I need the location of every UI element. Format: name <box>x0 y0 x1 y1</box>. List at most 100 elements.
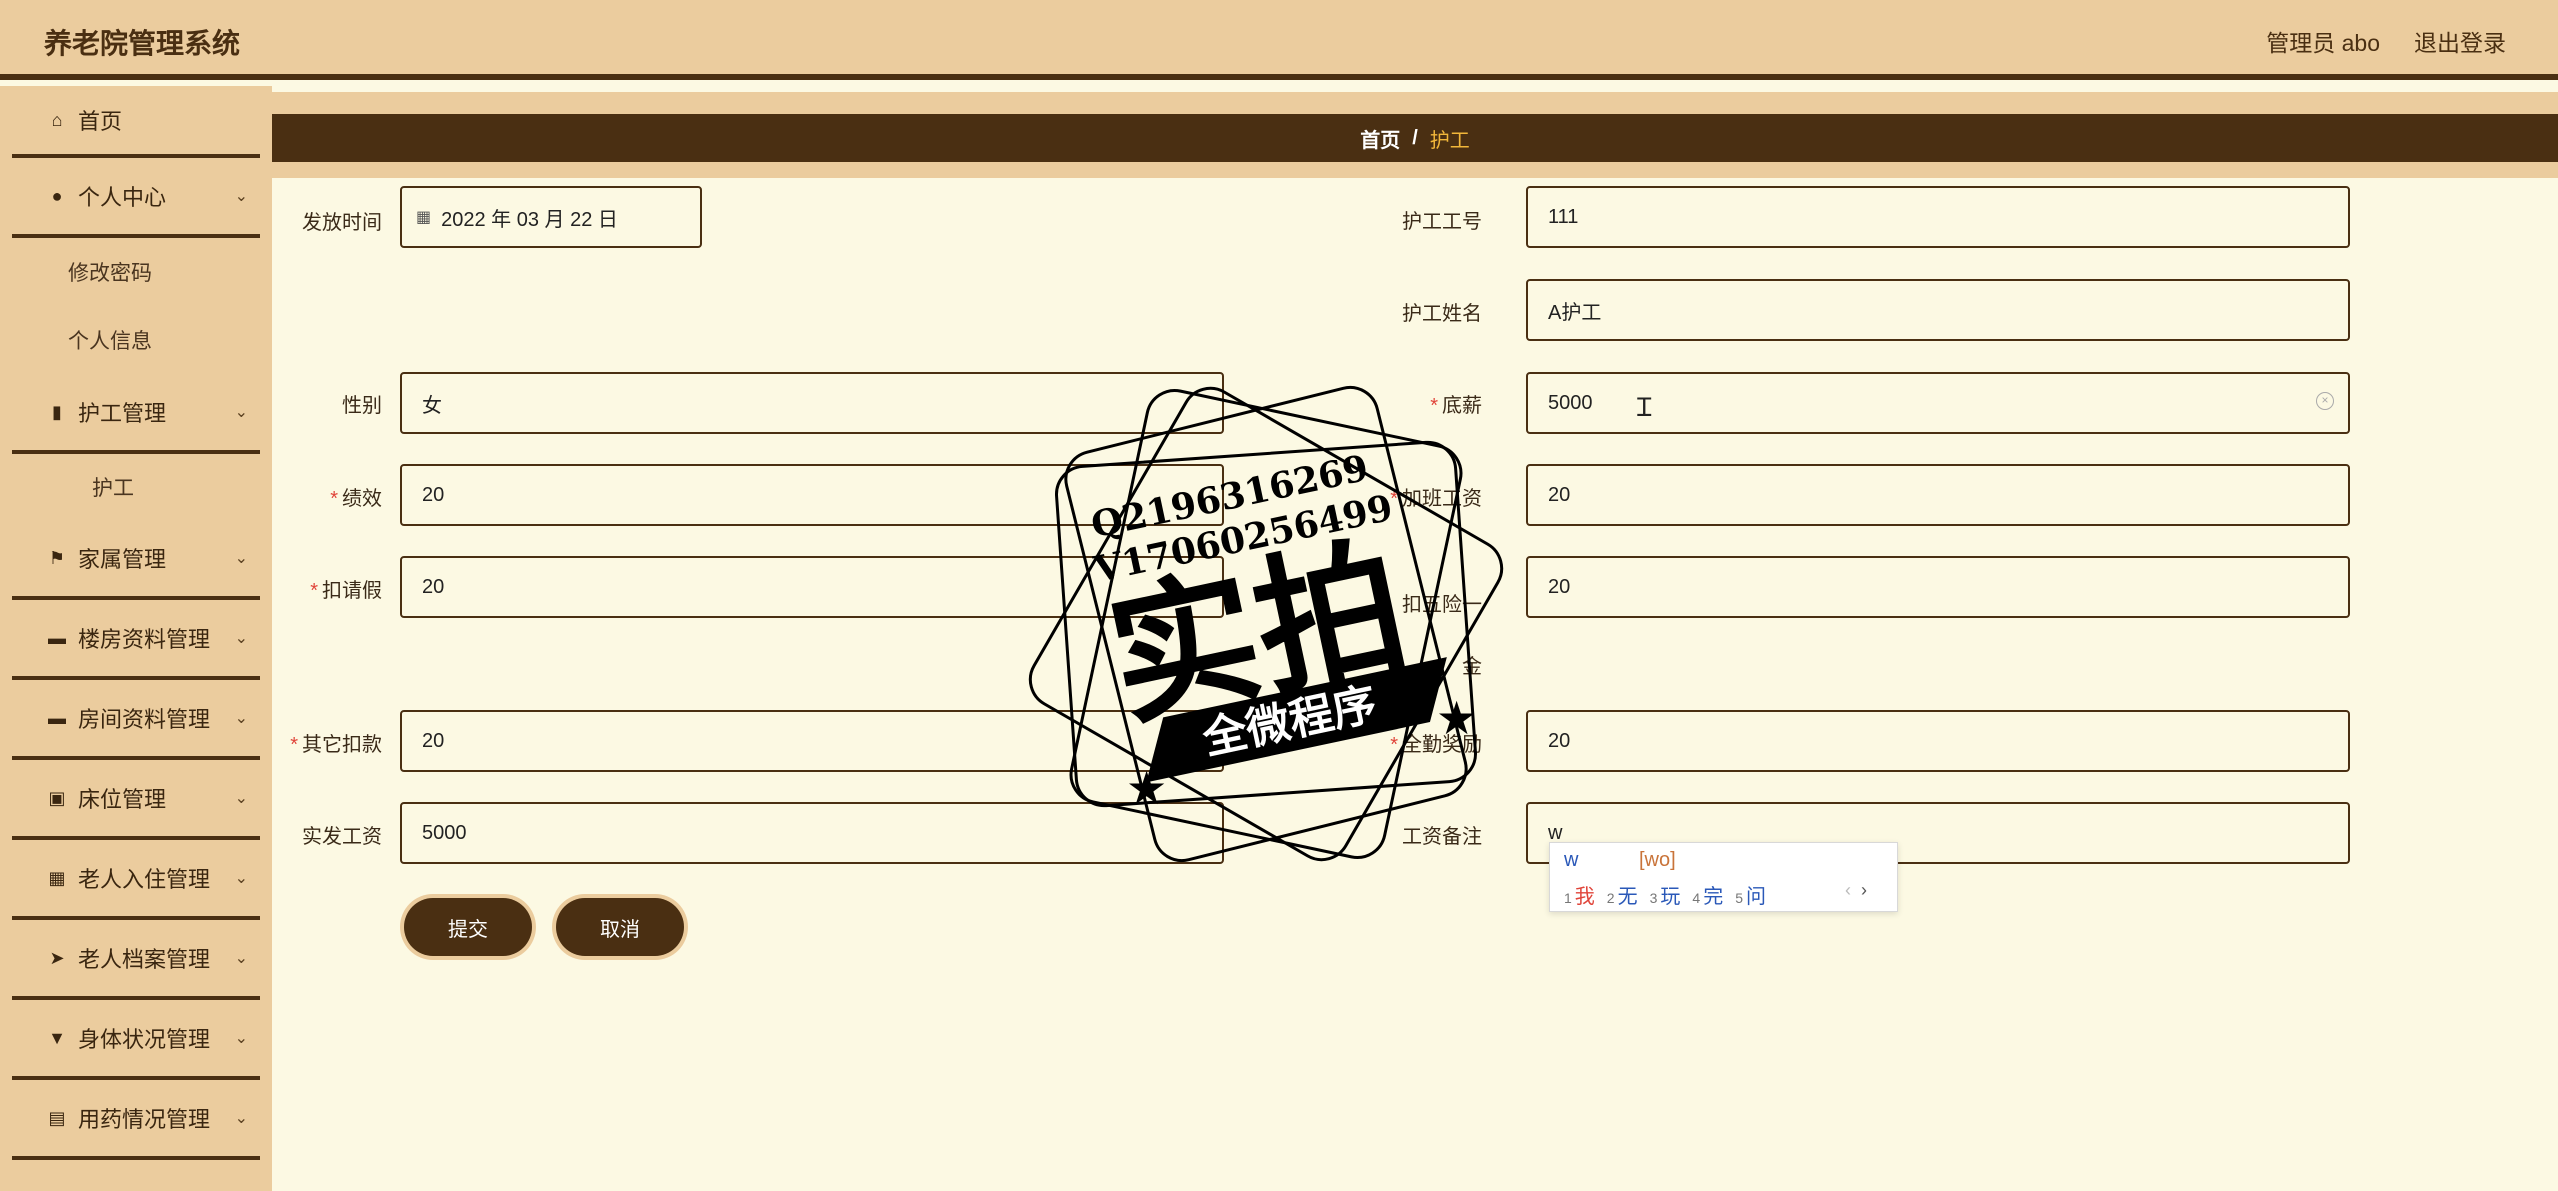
sidebar-sub-personal-info[interactable]: 个人信息 <box>0 306 272 374</box>
chevron-down-icon: ⌄ <box>234 870 248 887</box>
ime-candidate-number: 2 <box>1606 890 1615 906</box>
gender-value: 女 <box>422 394 442 417</box>
overtime-pay-input[interactable]: 20 <box>1526 464 2350 526</box>
breadcrumb: 首页 / 护工 <box>272 114 2558 162</box>
chevron-down-icon: ⌄ <box>234 710 248 727</box>
main-content: 首页 / 护工 发放时间 ▦ 2022 年 03 月 22 日 性别 女 * 绩效… <box>272 86 2558 1191</box>
insurance-deduct-label: 扣五险一 金 <box>1382 574 1482 698</box>
leave-deduct-value: 20 <box>422 575 445 598</box>
breadcrumb-separator: / <box>1412 126 1418 149</box>
other-deduct-input[interactable]: 20 <box>400 710 1224 772</box>
issue-date-value: 2022 年 03 月 22 日 <box>441 208 618 231</box>
ime-candidate-word: 问 <box>1745 886 1766 908</box>
required-mark: * <box>290 734 298 756</box>
sidebar-item-personal[interactable]: ● 个人中心 ⌄ <box>12 158 260 238</box>
sidebar-item-archive[interactable]: ➤ 老人档案管理 ⌄ <box>12 920 260 1000</box>
card-icon: ▬ <box>48 707 66 728</box>
issue-date-picker[interactable]: ▦ 2022 年 03 月 22 日 <box>400 186 702 248</box>
leave-deduct-label-text: 扣请假 <box>322 580 382 602</box>
breadcrumb-band: 首页 / 护工 <box>272 92 2558 178</box>
overtime-pay-label: * 加班工资 <box>1382 482 1482 511</box>
sidebar-item-room[interactable]: ▬ 房间资料管理 ⌄ <box>12 680 260 760</box>
breadcrumb-home[interactable]: 首页 <box>1360 124 1400 153</box>
ime-candidate-word: 完 <box>1703 886 1724 908</box>
other-deduct-value: 20 <box>422 729 445 752</box>
leave-deduct-input[interactable]: 20 <box>400 556 1224 618</box>
breadcrumb-current: 护工 <box>1429 129 1470 152</box>
chevron-down-icon: ⌄ <box>234 188 248 205</box>
gender-input[interactable]: 女 <box>400 372 1224 434</box>
ime-candidates: 1我 2无 3玩 4完 5问 <box>1564 880 1766 909</box>
sidebar-item-label: 护工管理 <box>78 401 167 426</box>
clear-icon[interactable]: × <box>2316 392 2334 410</box>
bar-chart-icon: ▮ <box>52 401 62 422</box>
calendar-icon: ▦ <box>416 209 432 226</box>
flag-icon: ⚑ <box>48 547 66 568</box>
sidebar-item-medication[interactable]: ▤ 用药情况管理 ⌄ <box>12 1080 260 1160</box>
sidebar-item-label: 房间资料管理 <box>78 707 211 732</box>
base-salary-label-text: 底薪 <box>1442 395 1482 417</box>
briefcase-icon: ▤ <box>48 1107 66 1128</box>
sidebar-item-label: 床位管理 <box>78 787 167 812</box>
cancel-button[interactable]: 取消 <box>556 898 684 956</box>
ime-candidate[interactable]: 5问 <box>1735 880 1766 909</box>
brush-icon: ▼ <box>48 1027 66 1048</box>
ime-candidate[interactable]: 3玩 <box>1650 880 1681 909</box>
ime-prev-page-icon[interactable]: ‹ <box>1845 880 1851 900</box>
full-attendance-label: * 全勤奖励 <box>1382 728 1482 757</box>
home-icon: ⌂ <box>51 109 63 130</box>
chevron-down-icon: ⌄ <box>234 404 248 421</box>
sidebar-item-building[interactable]: ▬ 楼房资料管理 ⌄ <box>12 600 260 680</box>
nurse-name-input[interactable]: A护工 <box>1526 279 2350 341</box>
admin-user-link[interactable]: 管理员 abo <box>2266 24 2380 58</box>
net-salary-input[interactable]: 5000 <box>400 802 1224 864</box>
insurance-deduct-input[interactable]: 20 <box>1526 556 2350 618</box>
required-mark: * <box>330 488 338 510</box>
sidebar-item-health[interactable]: ▼ 身体状况管理 ⌄ <box>12 1000 260 1080</box>
sidebar-sub-nurse[interactable]: 护工 <box>0 454 272 520</box>
ime-candidate-word: 无 <box>1617 886 1638 908</box>
insurance-deduct-value: 20 <box>1548 575 1571 598</box>
required-mark: * <box>1390 734 1398 756</box>
sidebar-item-home[interactable]: ⌂ 首页 <box>12 86 260 158</box>
full-attendance-input[interactable]: 20 <box>1526 710 2350 772</box>
submit-button[interactable]: 提交 <box>404 898 532 956</box>
sidebar-item-nurse-mgmt[interactable]: ▮ 护工管理 ⌄ <box>12 374 260 454</box>
leave-deduct-label: * 扣请假 <box>272 574 382 603</box>
sidebar-item-label: 家属管理 <box>78 547 167 572</box>
ime-candidate-word: 我 <box>1574 886 1595 908</box>
ime-candidate-number: 5 <box>1735 890 1743 906</box>
chevron-down-icon: ⌄ <box>234 950 248 967</box>
ime-candidate[interactable]: 2无 <box>1607 880 1638 909</box>
sidebar-item-family[interactable]: ⚑ 家属管理 ⌄ <box>12 520 260 600</box>
insurance-deduct-label-line1: 扣五险一 <box>1402 594 1482 616</box>
ime-candidate-number: 4 <box>1692 890 1701 906</box>
sidebar-item-label: 首页 <box>78 109 123 134</box>
required-mark: * <box>1430 395 1438 417</box>
chevron-down-icon: ⌄ <box>234 550 248 567</box>
overtime-pay-label-text: 加班工资 <box>1402 488 1482 510</box>
performance-input[interactable]: 20 <box>400 464 1224 526</box>
required-mark: * <box>1390 488 1398 510</box>
ime-input-text: w <box>1564 849 1579 871</box>
ime-candidate-word: 玩 <box>1660 886 1681 908</box>
ime-candidate[interactable]: 4完 <box>1692 880 1723 909</box>
nurse-id-value: 111 <box>1548 205 1579 228</box>
ime-candidate[interactable]: 1我 <box>1564 880 1595 909</box>
box-icon: ▣ <box>48 787 66 808</box>
nurse-id-input[interactable]: 111 <box>1526 186 2350 248</box>
top-bar: 养老院管理系统 管理员 abo 退出登录 <box>0 0 2558 80</box>
logout-link[interactable]: 退出登录 <box>2414 24 2506 58</box>
base-salary-value: 5000 <box>1548 391 1593 414</box>
sidebar-item-bed[interactable]: ▣ 床位管理 ⌄ <box>12 760 260 840</box>
other-deduct-label: * 其它扣款 <box>272 728 382 757</box>
net-salary-value: 5000 <box>422 821 467 844</box>
sidebar-item-checkin[interactable]: ▦ 老人入住管理 ⌄ <box>12 840 260 920</box>
sidebar-sub-change-password[interactable]: 修改密码 <box>0 238 272 306</box>
sidebar-item-label: 楼房资料管理 <box>78 627 211 652</box>
grid-icon: ▦ <box>48 867 66 888</box>
sidebar-item-label: 个人中心 <box>78 185 167 210</box>
required-mark: * <box>310 580 318 602</box>
ime-next-page-icon[interactable]: › <box>1861 880 1867 900</box>
top-right-actions: 管理员 abo 退出登录 <box>2266 24 2506 58</box>
